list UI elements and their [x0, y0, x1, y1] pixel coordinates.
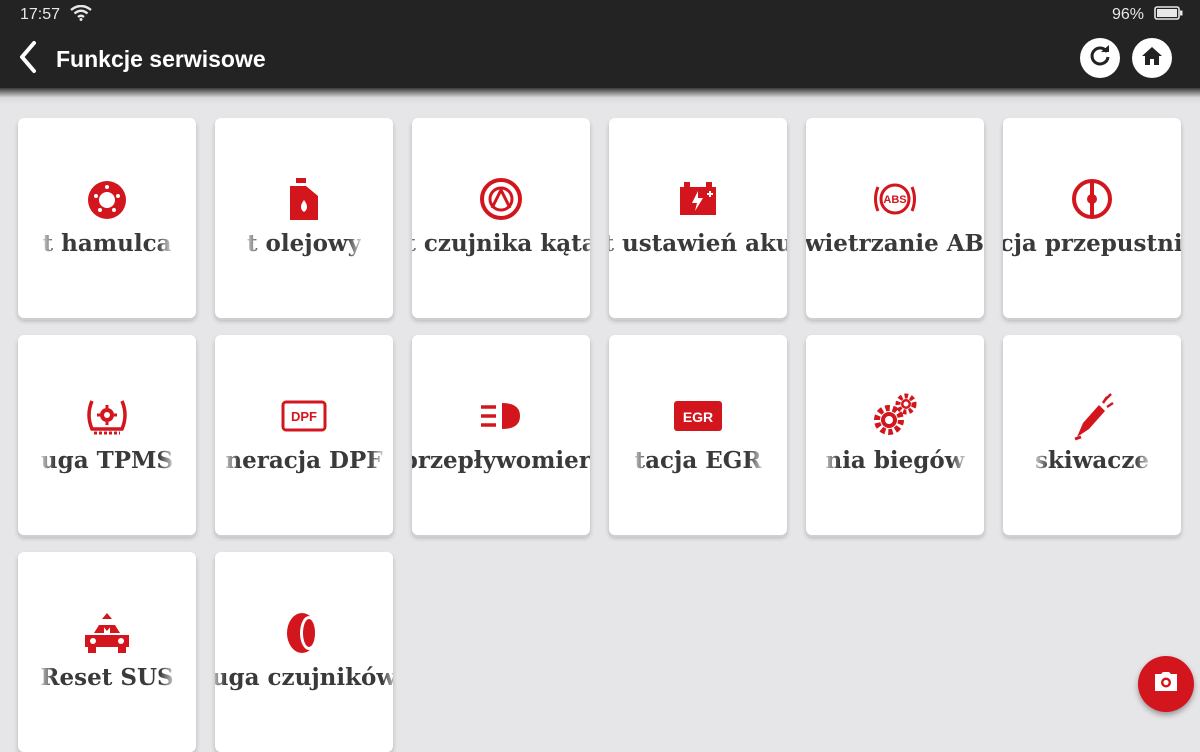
- suspension-icon: [18, 610, 196, 656]
- gears-icon: [806, 393, 984, 439]
- tile-steering-angle[interactable]: t czujnika kąta: [412, 118, 590, 318]
- tile-label: owietrzanie ABS: [806, 230, 984, 257]
- battery-icon: [609, 176, 787, 222]
- chevron-left-icon: [17, 40, 39, 79]
- tile-label: uga czujników: [215, 664, 393, 691]
- tile-dpf-regeneration[interactable]: DPF neracja DPF: [215, 335, 393, 535]
- tile-brake-reset[interactable]: t hamulca: [18, 118, 196, 318]
- tile-throttle-adaptation[interactable]: tacja przepustnicy: [1003, 118, 1181, 318]
- headlight-icon: [412, 393, 590, 439]
- dpf-icon: DPF: [215, 393, 393, 439]
- tile-label: t ustawień aku: [609, 230, 787, 257]
- oil-can-icon: [215, 176, 393, 222]
- tile-label: t przepływomierza: [412, 447, 590, 474]
- tile-oil-reset[interactable]: t olejowy: [215, 118, 393, 318]
- header-shadow: [0, 88, 1200, 104]
- tile-airflow-meter[interactable]: t przepływomierza: [412, 335, 590, 535]
- tile-label: t hamulca: [42, 230, 172, 257]
- tile-tpms[interactable]: uga TPMS: [18, 335, 196, 535]
- tile-label: skiwacze: [1034, 447, 1150, 474]
- page-title: Funkcje serwisowe: [56, 45, 266, 72]
- tpms-icon: [18, 393, 196, 439]
- abs-icon: ABS: [806, 176, 984, 222]
- svg-text:ABS: ABS: [883, 194, 906, 206]
- home-icon: [1140, 44, 1164, 73]
- brake-disc-icon: [18, 176, 196, 222]
- steering-angle-icon: [412, 176, 590, 222]
- camera-icon: [1153, 671, 1179, 698]
- tile-label: nia biegów: [825, 447, 965, 474]
- tire-icon: [215, 610, 393, 656]
- tile-label: uga TPMS: [40, 447, 174, 474]
- battery-status-icon: [1154, 5, 1184, 26]
- status-time: 17:57: [20, 6, 61, 23]
- tile-abs-bleeding[interactable]: ABS owietrzanie ABS: [806, 118, 984, 318]
- svg-text:DPF: DPF: [291, 409, 317, 424]
- screenshot-button[interactable]: [1138, 656, 1194, 712]
- back-button[interactable]: [0, 30, 56, 88]
- svg-text:EGR: EGR: [683, 409, 713, 425]
- tile-reset-sus[interactable]: Reset SUS: [18, 552, 196, 752]
- tile-egr-adaptation[interactable]: EGR tacja EGR: [609, 335, 787, 535]
- tile-label: neracja DPF: [225, 447, 383, 474]
- tile-injectors[interactable]: skiwacze: [1003, 335, 1181, 535]
- battery-percent: 96%: [1111, 6, 1144, 23]
- home-button[interactable]: [1132, 38, 1172, 78]
- tile-tire-sensors[interactable]: uga czujników: [215, 552, 393, 752]
- tile-label: t czujnika kąta: [412, 230, 590, 257]
- wifi-icon: [70, 4, 92, 26]
- egr-icon: EGR: [609, 393, 787, 439]
- tile-battery[interactable]: t ustawień aku: [609, 118, 787, 318]
- throttle-icon: [1003, 176, 1181, 222]
- status-bar: 17:57 96%: [0, 0, 1200, 30]
- tile-label: Reset SUS: [40, 664, 174, 691]
- tile-gear-learning[interactable]: nia biegów: [806, 335, 984, 535]
- injector-icon: [1003, 393, 1181, 441]
- tile-label: tacja przepustnicy: [1003, 230, 1181, 257]
- app-bar: Funkcje serwisowe: [0, 30, 1200, 88]
- refresh-icon: [1088, 44, 1112, 73]
- tile-label: t olejowy: [246, 230, 362, 257]
- tile-label: tacja EGR: [634, 447, 762, 474]
- refresh-button[interactable]: [1080, 38, 1120, 78]
